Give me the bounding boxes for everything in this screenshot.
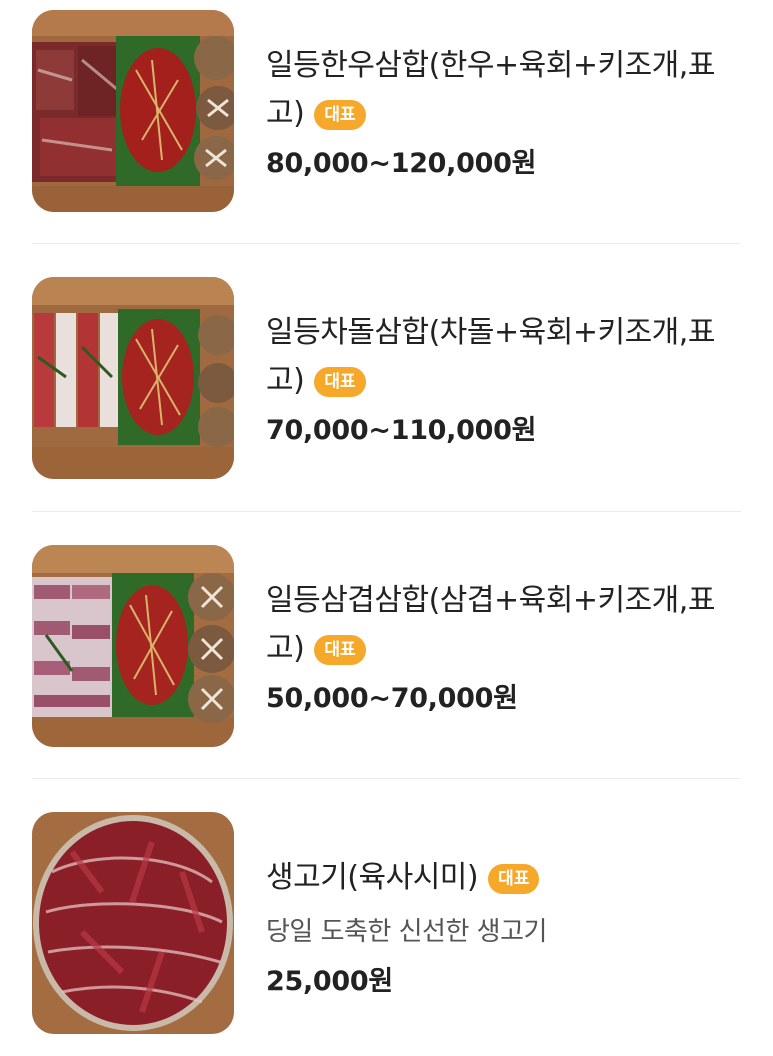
- menu-item-price: 50,000~70,000원: [266, 683, 518, 714]
- menu-item-hanwoo-samhap[interactable]: 일등한우삼합(한우+육회+키조개,표고) 대표 80,000~120,000원: [32, 10, 741, 212]
- signature-badge: 대표: [314, 367, 366, 397]
- menu-item-chadol-samhap[interactable]: 일등차돌삼합(차돌+육회+키조개,표고) 대표 70,000~110,000원: [32, 277, 741, 479]
- signature-badge: 대표: [488, 864, 540, 894]
- menu-item-description: 당일 도축한 신선한 생고기: [266, 917, 547, 947]
- menu-item-price: 25,000원: [266, 966, 393, 997]
- menu-item-name: 일등차돌삼합(차돌+육회+키조개,표고) 대표: [266, 309, 741, 405]
- menu-item-raw-beef[interactable]: 생고기(육사시미) 대표 당일 도축한 신선한 생고기 25,000원: [32, 812, 741, 1036]
- menu-item-thumbnail[interactable]: [32, 545, 234, 747]
- menu-item-info: 일등차돌삼합(차돌+육회+키조개,표고) 대표 70,000~110,000원: [266, 277, 741, 449]
- menu-item-name-text: 생고기(육사시미): [266, 860, 479, 895]
- menu-item-price: 80,000~120,000원: [266, 148, 537, 179]
- menu-item-name: 생고기(육사시미) 대표: [266, 854, 741, 902]
- menu-item-thumbnail[interactable]: [32, 10, 234, 212]
- menu-item-info: 생고기(육사시미) 대표 당일 도축한 신선한 생고기 25,000원: [266, 812, 741, 1000]
- divider: [32, 243, 741, 244]
- menu-item-info: 일등삼겹삼합(삼겹+육회+키조개,표고) 대표 50,000~70,000원: [266, 545, 741, 717]
- menu-item-samgyeop-samhap[interactable]: 일등삼겹삼합(삼겹+육회+키조개,표고) 대표 50,000~70,000원: [32, 545, 741, 747]
- menu-item-thumbnail[interactable]: [32, 812, 234, 1034]
- menu-item-name: 일등삼겹삼합(삼겹+육회+키조개,표고) 대표: [266, 577, 741, 673]
- signature-badge: 대표: [314, 635, 366, 665]
- divider: [32, 511, 741, 512]
- menu-item-price: 70,000~110,000원: [266, 415, 537, 446]
- menu-item-thumbnail[interactable]: [32, 277, 234, 479]
- menu-item-name: 일등한우삼합(한우+육회+키조개,표고) 대표: [266, 42, 741, 138]
- signature-badge: 대표: [314, 100, 366, 130]
- divider: [32, 778, 741, 779]
- menu-item-info: 일등한우삼합(한우+육회+키조개,표고) 대표 80,000~120,000원: [266, 10, 741, 182]
- menu-list: 일등한우삼합(한우+육회+키조개,표고)대표 80,000~120,000원: [0, 0, 773, 1056]
